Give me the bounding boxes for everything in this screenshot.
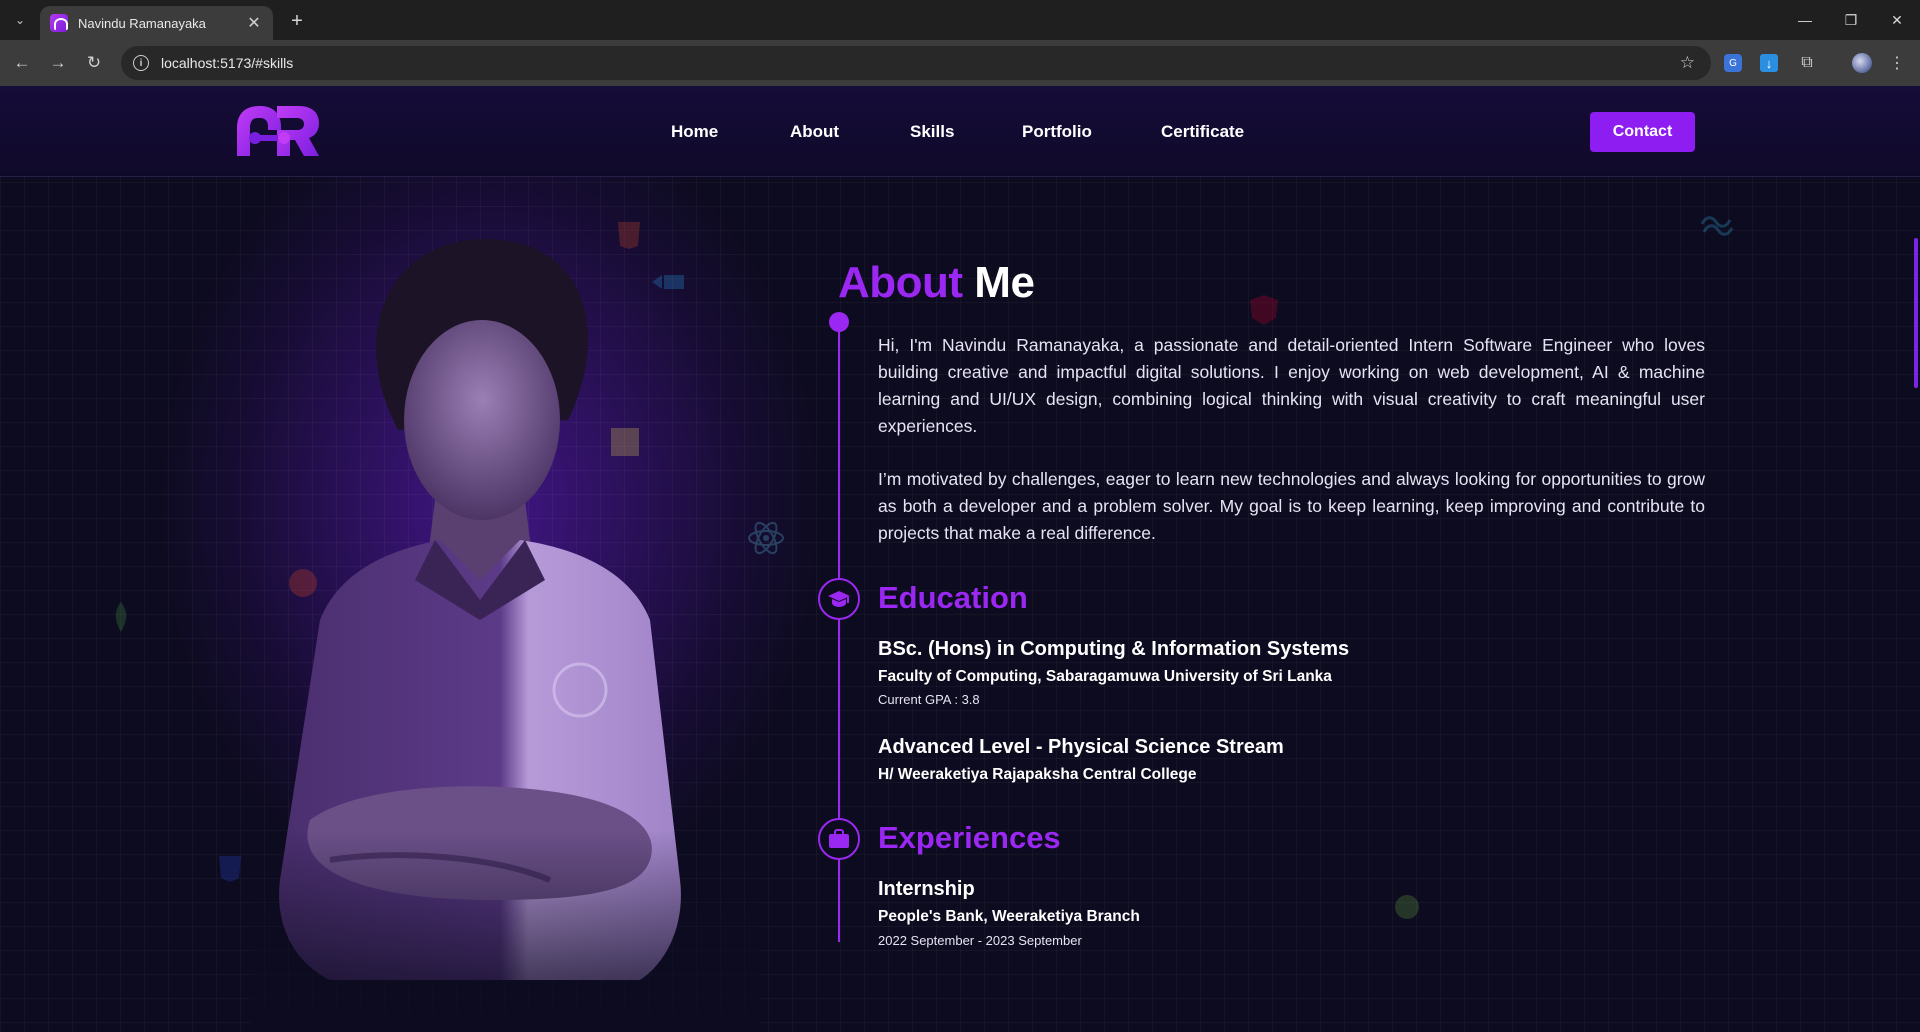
site-logo[interactable] [237, 106, 319, 156]
nav-about[interactable]: About [790, 122, 839, 142]
nav-certificate[interactable]: Certificate [1161, 122, 1244, 142]
close-tab-icon[interactable]: ✕ [245, 13, 263, 33]
profile-portrait [250, 220, 760, 1032]
tab-title: Navindu Ramanayaka [78, 15, 206, 31]
css-logo-icon [219, 856, 241, 882]
experience-period-1: 2022 September - 2023 September [878, 933, 1082, 948]
education-degree-1: BSc. (Hons) in Computing & Information S… [878, 638, 1350, 660]
new-tab-icon[interactable]: + [284, 8, 310, 34]
education-note-1: Current GPA : 3.8 [878, 692, 980, 707]
springboot-logo-icon [1395, 895, 1419, 919]
graduation-cap-icon [828, 591, 850, 607]
download-extension-icon[interactable]: ↓ [1760, 54, 1778, 72]
education-degree-2: Advanced Level - Physical Science Stream [878, 736, 1284, 758]
about-title: About Me [838, 258, 1035, 308]
experience-role-1: Internship [878, 878, 975, 900]
nav-portfolio[interactable]: Portfolio [1022, 122, 1092, 142]
extensions-puzzle-icon[interactable]: ⧉ [1796, 52, 1818, 74]
favicon-icon [50, 14, 68, 32]
translate-extension-icon[interactable]: G [1724, 54, 1742, 72]
site-info-icon[interactable]: i [133, 55, 149, 71]
angular-logo-icon [1250, 295, 1278, 325]
experiences-badge [818, 818, 860, 860]
bookmark-star-icon[interactable]: ☆ [1680, 53, 1695, 73]
window-close-icon[interactable]: ✕ [1874, 6, 1920, 34]
experiences-title: Experiences [878, 820, 1061, 855]
browser-tabstrip: ⌄ Navindu Ramanayaka ✕ + — ❐ ✕ [0, 0, 1920, 40]
nav-skills[interactable]: Skills [910, 122, 954, 142]
mongodb-logo-icon [115, 602, 127, 632]
briefcase-icon [829, 829, 849, 848]
education-badge [818, 578, 860, 620]
site-header: Home About Skills Portfolio Certificate … [0, 86, 1920, 177]
experience-org-1: People's Bank, Weeraketiya Branch [878, 908, 1140, 925]
browser-toolbar: ← → ↻ i localhost:5173/#skills ☆ G ↓ ⧉ ⋮ [0, 40, 1920, 86]
restore-icon[interactable]: ❐ [1828, 6, 1874, 34]
url-text[interactable]: localhost:5173/#skills [161, 55, 1680, 71]
page-scrollbar[interactable] [1914, 238, 1918, 388]
education-title: Education [878, 580, 1028, 615]
browser-menu-icon[interactable]: ⋮ [1886, 52, 1908, 74]
forward-icon[interactable]: → [44, 49, 72, 77]
education-institution-1: Faculty of Computing, Sabaragamuwa Unive… [878, 668, 1332, 685]
back-icon[interactable]: ← [8, 49, 36, 77]
portfolio-page: Home About Skills Portfolio Certificate … [0, 86, 1920, 1032]
profile-avatar[interactable] [1852, 53, 1872, 73]
contact-button[interactable]: Contact [1590, 112, 1695, 152]
browser-tab[interactable]: Navindu Ramanayaka ✕ [40, 6, 273, 40]
education-institution-2: H/ Weeraketiya Rajapaksha Central Colleg… [878, 766, 1197, 783]
about-paragraph-1: Hi, I'm Navindu Ramanayaka, a passionate… [878, 335, 1705, 436]
timeline-dot [829, 312, 849, 332]
about-paragraph-2: I’m motivated by challenges, eager to le… [878, 469, 1705, 543]
tailwind-logo-icon [1700, 216, 1734, 236]
about-title-accent: About [838, 258, 963, 307]
nav-home[interactable]: Home [671, 122, 718, 142]
address-bar[interactable]: i localhost:5173/#skills ☆ [121, 46, 1711, 80]
minimize-icon[interactable]: — [1782, 6, 1828, 34]
reload-icon[interactable]: ↻ [80, 49, 108, 77]
tab-search-icon[interactable]: ⌄ [8, 8, 32, 32]
about-title-rest: Me [974, 258, 1035, 307]
